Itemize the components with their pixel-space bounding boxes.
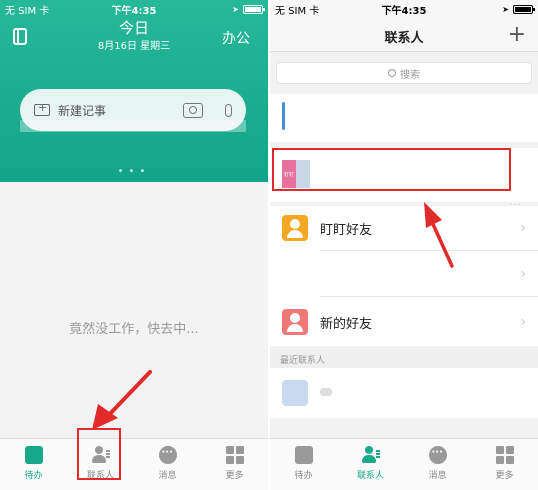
messages-icon xyxy=(158,446,177,464)
contacts-icon xyxy=(361,446,380,464)
microphone-icon[interactable] xyxy=(225,103,232,117)
todo-icon xyxy=(24,446,43,464)
status-time: 下午4:35 xyxy=(111,5,157,17)
avatar xyxy=(282,380,308,406)
section-header-recent: 最近联系人 xyxy=(270,350,538,368)
battery-icon xyxy=(513,4,535,14)
more-grid-icon xyxy=(495,446,514,464)
status-bar: 无 SIM 卡 下午4:35 ➤ xyxy=(0,0,268,18)
recent-contact-name xyxy=(320,388,332,396)
todo-icon xyxy=(294,446,313,464)
empty-state-text: 竟然没工作，快去中... xyxy=(69,322,199,337)
highlight-box-team-row xyxy=(272,148,511,191)
annotation-arrow-icon xyxy=(92,370,152,430)
page-indicator: ••• xyxy=(117,166,151,177)
tab-todo[interactable]: 待办 xyxy=(0,439,67,490)
page-title: 联系人 xyxy=(384,31,424,46)
tab-messages[interactable]: 消息 xyxy=(404,439,471,490)
tab-bar: 待办 联系人 消息 更多 xyxy=(270,438,538,490)
friends-icon xyxy=(282,215,308,241)
new-note-label: 新建记事 xyxy=(58,103,107,118)
new-friend-icon xyxy=(282,309,308,335)
chevron-right-icon: › xyxy=(520,220,526,236)
camera-icon[interactable] xyxy=(183,102,203,118)
more-grid-icon xyxy=(225,446,244,464)
list-item-dingding-friends[interactable]: 盯盯好友 ··· › xyxy=(270,200,538,250)
highlight-box-contacts-tab xyxy=(77,428,121,480)
org-accent-bar xyxy=(282,102,285,130)
add-contact-button[interactable]: + xyxy=(508,24,526,46)
chevron-right-icon: › xyxy=(520,314,526,330)
search-area: 搜索 xyxy=(270,52,538,94)
blur-overlay xyxy=(20,120,246,132)
annotation-arrow-icon xyxy=(424,202,454,268)
screenshot-composite: 无 SIM 卡 下午4:35 ➤ 今日 8月16日 星期三 办公 新建记事 ••… xyxy=(0,0,538,490)
chevron-right-icon: › xyxy=(520,266,526,282)
status-time: 下午4:35 xyxy=(381,5,427,17)
tab-more[interactable]: 更多 xyxy=(201,439,268,490)
new-note-icon xyxy=(34,101,50,116)
contact-list: 盯盯好友 ··· › › 新的好友 › xyxy=(270,200,538,346)
contacts-screen: 无 SIM 卡 下午4:35 ➤ 联系人 + 搜索 钉钉 盯盯好友 ··· › … xyxy=(270,0,538,490)
recent-contact-row[interactable] xyxy=(270,368,538,418)
tab-bar: 待办 联系人 消息 更多 xyxy=(0,438,268,490)
contacts-header: 无 SIM 卡 下午4:35 ➤ 联系人 + xyxy=(270,0,538,52)
today-header: 无 SIM 卡 下午4:35 ➤ 今日 8月16日 星期三 办公 新建记事 ••… xyxy=(0,0,268,182)
list-item-blank[interactable]: › xyxy=(270,252,538,296)
list-item-new-friends[interactable]: 新的好友 › xyxy=(270,300,538,344)
more-dots-icon: ··· xyxy=(509,200,522,211)
status-bar: 无 SIM 卡 下午4:35 ➤ xyxy=(270,0,538,18)
search-placeholder: 搜索 xyxy=(400,69,420,81)
battery-icon xyxy=(243,4,265,14)
organization-row[interactable] xyxy=(270,94,538,142)
search-icon xyxy=(388,69,396,77)
tab-contacts[interactable]: 联系人 xyxy=(337,439,404,490)
tab-todo[interactable]: 待办 xyxy=(270,439,337,490)
today-screen: 无 SIM 卡 下午4:35 ➤ 今日 8月16日 星期三 办公 新建记事 ••… xyxy=(0,0,268,490)
tab-more[interactable]: 更多 xyxy=(471,439,538,490)
office-button[interactable]: 办公 xyxy=(222,28,250,48)
messages-icon xyxy=(428,446,447,464)
search-input[interactable]: 搜索 xyxy=(276,62,532,84)
tab-messages[interactable]: 消息 xyxy=(134,439,201,490)
